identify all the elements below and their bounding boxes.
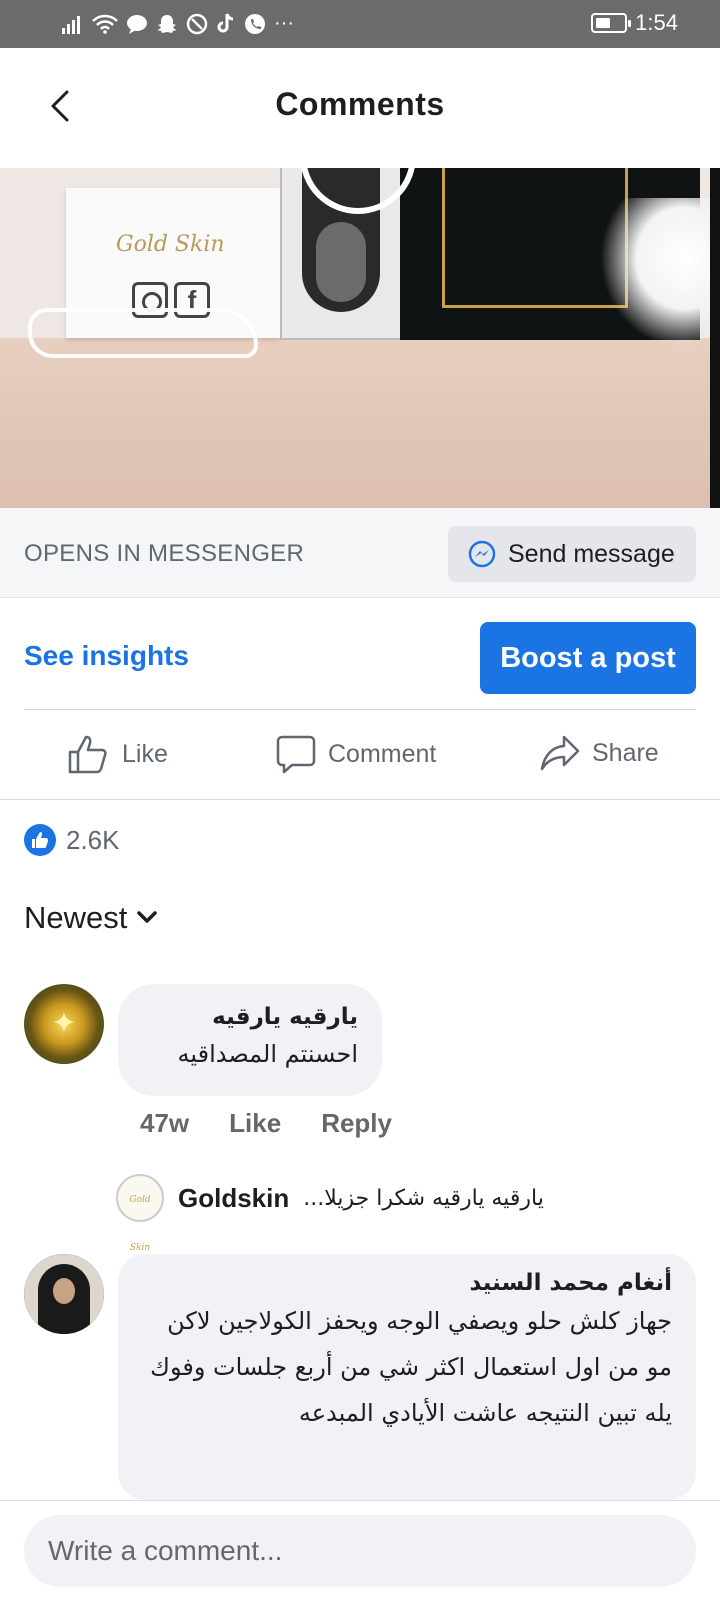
comment-composer: Write a comment... [0, 1500, 720, 1600]
share-label: Share [592, 738, 659, 767]
comment-author[interactable]: يارقيه يارقيه [142, 1004, 358, 1030]
more-notifications: ··· [274, 12, 294, 34]
usb-cable [28, 308, 258, 358]
share-button[interactable]: Share [540, 734, 659, 772]
clock: 1:54 [635, 10, 678, 35]
status-icons: ··· [62, 12, 294, 35]
opens-in-messenger-label: OPENS IN MESSENGER [24, 540, 305, 567]
comment-text: احسنتم المصداقيه [177, 1040, 358, 1068]
send-message-button[interactable]: Send message [448, 526, 696, 582]
phone-icon [245, 13, 265, 34]
like-label: Like [122, 739, 168, 768]
page-title: Comments [275, 86, 445, 122]
comment-reply-button[interactable]: Reply [321, 1108, 392, 1139]
thumbs-up-icon [68, 735, 107, 774]
clock-slash-icon [186, 13, 208, 34]
messenger-icon [468, 540, 496, 568]
avatar-emblem: ✦ [51, 1006, 77, 1041]
comment-like-button[interactable]: Like [229, 1108, 281, 1139]
status-bar: ··· 1:54 [0, 0, 720, 48]
comment-meta: 47w Like Reply [140, 1108, 392, 1139]
reply-snippet: يارقيه يارقيه شكرا جزيلا... [303, 1185, 544, 1211]
media-edge [710, 168, 720, 508]
promo-row: See insights Boost a post [0, 598, 720, 710]
like-reaction-icon [24, 824, 56, 856]
comment-bubble[interactable]: يارقيه يارقيه احسنتم المصداقيه [118, 984, 382, 1096]
comment-button[interactable]: Comment [276, 734, 436, 774]
like-button[interactable]: Like [68, 734, 168, 774]
header: Comments [0, 48, 720, 168]
comment-icon [276, 735, 316, 774]
avatar-face [53, 1278, 75, 1304]
reply-preview[interactable]: Gold Skin Goldskin يارقيه يارقيه شكرا جز… [116, 1174, 544, 1253]
post-video[interactable]: Gold Skin f [0, 168, 720, 508]
page-avatar: Gold Skin [116, 1174, 164, 1253]
sort-dropdown[interactable]: Newest [24, 900, 158, 936]
media-cloth [0, 338, 720, 508]
post-actions: Like Comment Share [0, 710, 720, 800]
comment-text-2: جهاز كلش حلو ويصفي الوجه ويحفز الكولاجين… [150, 1307, 672, 1427]
card-brand: Gold Skin [116, 232, 225, 257]
comment-time: 47w [140, 1108, 190, 1138]
tiktok-icon [217, 12, 234, 32]
battery-icon [591, 13, 632, 33]
reaction-summary[interactable]: 2.6K [24, 824, 120, 856]
write-comment-input[interactable]: Write a comment... [24, 1515, 696, 1587]
wifi-icon [92, 14, 118, 34]
see-insights-link[interactable]: See insights [24, 640, 189, 672]
chat-bubble-icon [127, 14, 147, 34]
share-icon [540, 735, 580, 771]
snapchat-icon [157, 14, 177, 33]
comment-bubble-2[interactable]: أنغام محمد السنيد جهاز كلش حلو ويصفي الو… [118, 1254, 696, 1500]
send-message-label: Send message [508, 539, 675, 568]
chevron-down-icon [137, 911, 158, 923]
reaction-count: 2.6K [66, 824, 120, 855]
reply-author: Goldskin [178, 1182, 290, 1213]
boost-post-button[interactable]: Boost a post [480, 622, 696, 694]
sort-label: Newest [24, 900, 128, 935]
status-right: 1:54 [591, 10, 678, 36]
feather [600, 198, 720, 348]
messenger-bar: OPENS IN MESSENGER Send message [0, 508, 720, 598]
commenter-avatar[interactable]: ✦ [24, 984, 104, 1064]
signal-icon [62, 15, 80, 34]
comment-label: Comment [328, 739, 437, 768]
comment-author-2[interactable]: أنغام محمد السنيد [142, 1270, 672, 1296]
commenter-avatar-2[interactable] [24, 1254, 104, 1334]
